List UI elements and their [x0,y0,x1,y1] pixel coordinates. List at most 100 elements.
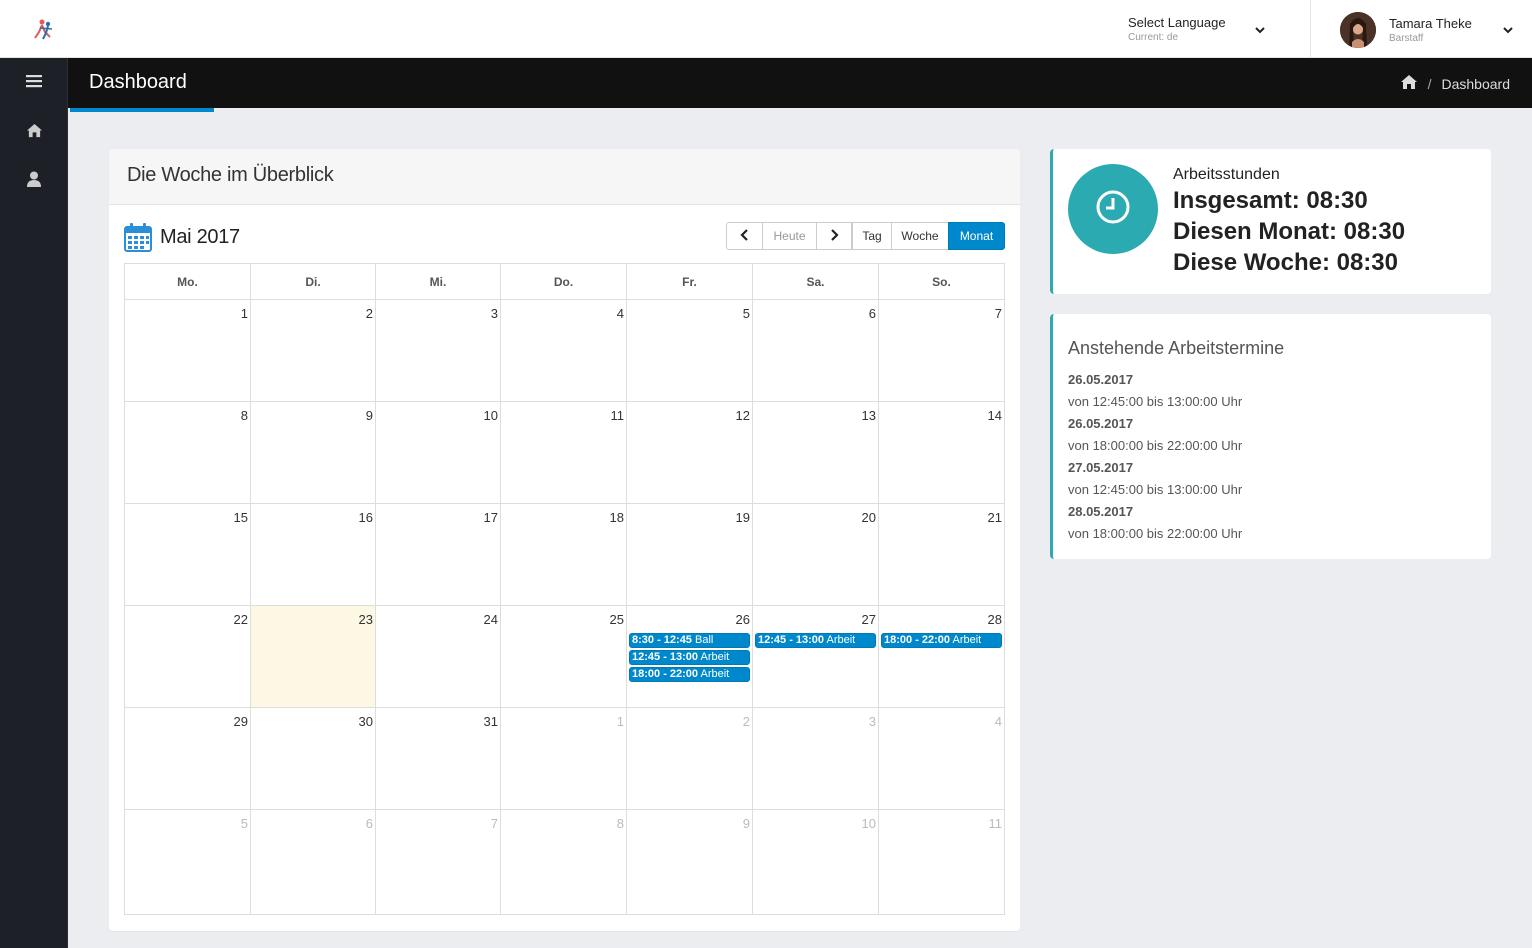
calendar-day-cell[interactable]: 9 [251,402,376,504]
day-number: 23 [358,612,373,627]
calendar-day-cell[interactable]: 20 [753,504,879,606]
calendar-day-cell[interactable]: 29 [125,708,251,810]
calendar-day-cell[interactable]: 6 [753,300,879,402]
calendar-day-cell[interactable]: 6 [251,810,376,914]
day-number: 29 [233,714,248,729]
day-number: 6 [365,816,373,831]
weekday-header-fr: Fr. [627,264,753,300]
month-view-button[interactable]: Monat [948,222,1005,250]
calendar-day-cell[interactable]: 25 [501,606,627,708]
appointment-time: von 18:00:00 bis 22:00:00 Uhr [1068,438,1243,453]
calendar-icon [124,222,152,252]
calendar-day-cell[interactable]: 16 [251,504,376,606]
breadcrumb-separator: / [1427,75,1432,92]
calendar-day-cell[interactable]: 15 [125,504,251,606]
user-name: Tamara Theke [1389,16,1472,31]
appointment-time: von 12:45:00 bis 13:00:00 Uhr [1068,394,1243,409]
language-selector[interactable]: Select Language Current: de [1128,15,1288,45]
calendar-day-cell[interactable]: 4 [501,300,627,402]
day-view-button[interactable]: Tag [852,222,892,250]
calendar-day-cell[interactable]: 10 [376,402,501,504]
calendar-month-label: Mai 2017 [160,226,240,248]
calendar-day-cell[interactable]: 2 [627,708,753,810]
day-number: 9 [365,408,373,423]
calendar-day-cell[interactable]: 5 [627,300,753,402]
calendar-buttons: Heute Tag Woche Monat [726,222,1005,250]
hours-week: Diese Woche: 08:30 [1173,249,1398,276]
weekday-header-row: Mo. Di. Mi. Do. Fr. Sa. So. [125,264,1004,300]
calendar-day-cell[interactable]: 13 [753,402,879,504]
day-number: 3 [868,714,876,729]
calendar-event[interactable]: 18:00 - 22:00 Arbeit [629,667,750,682]
calendar-day-cell[interactable]: 1 [501,708,627,810]
calendar-day-cell[interactable]: 23 [251,606,376,708]
calendar-day-cell[interactable]: 3 [376,300,501,402]
calendar-event[interactable]: 12:45 - 13:00 Arbeit [629,650,750,665]
user-menu[interactable]: Tamara Theke Barstaff [1340,12,1525,50]
calendar-day-cell[interactable]: 28 18:00 - 22:00 Arbeit [879,606,1004,708]
day-number: 12 [735,408,750,423]
event-time: 12:45 - 13:00 [632,651,699,663]
calendar-day-cell[interactable]: 22 [125,606,251,708]
home-icon[interactable] [1400,74,1418,93]
appointment-time: von 12:45:00 bis 13:00:00 Uhr [1068,482,1243,497]
day-number: 8 [240,408,248,423]
next-button[interactable] [816,222,852,250]
week-overview-panel: Die Woche im Überblick Mai 2017 Heute Ta… [109,149,1020,931]
calendar-day-cell[interactable]: 14 [879,402,1004,504]
calendar-day-cell[interactable]: 9 [627,810,753,914]
day-number: 17 [483,510,498,525]
calendar-day-cell[interactable]: 21 [879,504,1004,606]
day-number: 4 [616,306,624,321]
calendar-day-cell[interactable]: 11 [501,402,627,504]
calendar-day-cell[interactable]: 27 12:45 - 13:00 Arbeit [753,606,879,708]
calendar-day-cell[interactable]: 3 [753,708,879,810]
calendar-day-cell[interactable]: 11 [879,810,1004,914]
calendar-day-cell[interactable]: 26 8:30 - 12:45 Ball 12:45 - 13:00 Arbeit 1… [627,606,753,708]
day-number: 21 [987,510,1002,525]
sidebar-toggle-button[interactable] [0,58,68,108]
calendar-day-cell[interactable]: 24 [376,606,501,708]
calendar-day-cell[interactable]: 31 [376,708,501,810]
breadcrumb-current: Dashboard [1441,75,1511,92]
calendar-day-cell[interactable]: 17 [376,504,501,606]
calendar-day-cell[interactable]: 10 [753,810,879,914]
calendar-event[interactable]: 8:30 - 12:45 Ball [629,633,750,648]
calendar-day-cell[interactable]: 4 [879,708,1004,810]
day-number: 8 [616,816,624,831]
calendar-day-cell[interactable]: 2 [251,300,376,402]
event-title: Ball [695,634,714,646]
appointment-date: 28.05.2017 [1068,504,1134,519]
calendar-day-cell[interactable]: 5 [125,810,251,914]
sidebar-item-user[interactable] [0,158,68,204]
chevron-right-icon [829,228,839,244]
avatar [1340,12,1376,48]
calendar-event[interactable]: 12:45 - 13:00 Arbeit [755,633,876,648]
calendar-day-cell[interactable]: 1 [125,300,251,402]
calendar-event[interactable]: 18:00 - 22:00 Arbeit [881,633,1002,648]
week-view-button[interactable]: Woche [891,222,949,250]
weekday-header-di: Di. [251,264,376,300]
app-logo[interactable] [30,18,60,42]
sidebar-item-home[interactable] [0,110,68,156]
calendar-day-cell[interactable]: 8 [501,810,627,914]
user-icon [27,171,41,192]
day-number: 26 [735,612,750,627]
calendar-day-cell[interactable]: 8 [125,402,251,504]
day-number: 9 [742,816,750,831]
day-number: 30 [358,714,373,729]
calendar-day-cell[interactable]: 12 [627,402,753,504]
calendar-day-cell[interactable]: 18 [501,504,627,606]
weekday-header-do: Do. [501,264,627,300]
day-number: 11 [988,816,1003,831]
today-button[interactable]: Heute [762,222,817,250]
appointment-item: 26.05.2017 von 18:00:00 bis 22:00:00 Uhr [1068,416,1242,453]
calendar-day-cell[interactable]: 7 [376,810,501,914]
day-number: 1 [616,714,624,729]
day-number: 1 [240,306,248,321]
event-time: 8:30 - 12:45 [632,634,692,646]
calendar-day-cell[interactable]: 7 [879,300,1004,402]
prev-button[interactable] [726,222,763,250]
calendar-day-cell[interactable]: 19 [627,504,753,606]
calendar-day-cell[interactable]: 30 [251,708,376,810]
